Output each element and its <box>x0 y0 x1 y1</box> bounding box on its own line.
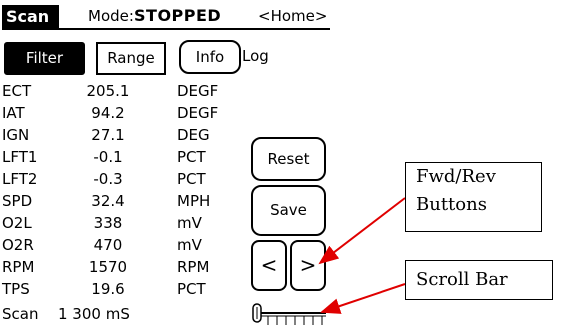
app-title[interactable]: Scan <box>2 5 59 29</box>
param-name: ECT <box>2 82 32 100</box>
fwd-rev-callout: Fwd/Rev Buttons <box>405 162 542 232</box>
param-value: -0.3 <box>93 170 123 188</box>
sample-rate-value: 1 300 mS <box>58 305 130 323</box>
info-button[interactable]: Info <box>179 40 241 74</box>
next-button[interactable]: > <box>290 240 326 291</box>
param-unit: PCT <box>177 170 206 188</box>
home-link[interactable]: <Home> <box>258 7 327 25</box>
param-unit: mV <box>177 214 202 232</box>
param-value: 1570 <box>88 258 128 276</box>
param-name: O2R <box>2 236 34 254</box>
mode-label: Mode: <box>88 7 134 25</box>
scroll-bar-callout: Scroll Bar <box>405 260 553 300</box>
previous-button[interactable]: < <box>251 240 287 291</box>
param-value: 470 <box>93 236 123 254</box>
mode-status: STOPPED <box>134 6 222 25</box>
fwd-rev-arrow <box>318 197 406 265</box>
range-button[interactable]: Range <box>96 42 166 75</box>
param-value: 27.1 <box>91 126 125 144</box>
status-label: Scan <box>2 305 39 323</box>
reset-button[interactable]: Reset <box>251 137 326 181</box>
param-unit: PCT <box>177 148 206 166</box>
callout-line: Buttons <box>416 194 487 215</box>
scroll-bar[interactable] <box>250 300 330 327</box>
scroll-bar-arrow <box>320 283 406 314</box>
param-unit: DEGF <box>177 82 219 100</box>
param-unit: RPM <box>177 258 210 276</box>
param-name: LFT1 <box>2 148 38 166</box>
param-name: SPD <box>2 192 33 210</box>
param-value: 19.6 <box>91 280 125 298</box>
save-button[interactable]: Save <box>251 185 326 236</box>
param-name: TPS <box>2 280 30 298</box>
param-unit: DEGF <box>177 104 219 122</box>
title-bar: Scan Mode: STOPPED <Home> <box>0 0 332 34</box>
param-value: 205.1 <box>86 82 130 100</box>
param-unit: mV <box>177 236 202 254</box>
callout-line: Fwd/Rev <box>416 166 496 187</box>
log-button[interactable]: Log <box>242 47 269 65</box>
param-value: -0.1 <box>93 148 123 166</box>
filter-button[interactable]: Filter <box>4 42 85 75</box>
device-screen: Scan Mode: STOPPED <Home> Filter Range I… <box>0 0 332 327</box>
param-name: IAT <box>2 104 25 122</box>
param-value: 94.2 <box>91 104 125 122</box>
param-name: RPM <box>2 258 35 276</box>
title-divider <box>2 28 330 30</box>
param-name: LFT2 <box>2 170 38 188</box>
param-unit: DEG <box>177 126 210 144</box>
param-name: O2L <box>2 214 32 232</box>
param-name: IGN <box>2 126 30 144</box>
param-unit: MPH <box>177 192 211 210</box>
param-value: 338 <box>93 214 123 232</box>
param-value: 32.4 <box>91 192 125 210</box>
param-unit: PCT <box>177 280 206 298</box>
